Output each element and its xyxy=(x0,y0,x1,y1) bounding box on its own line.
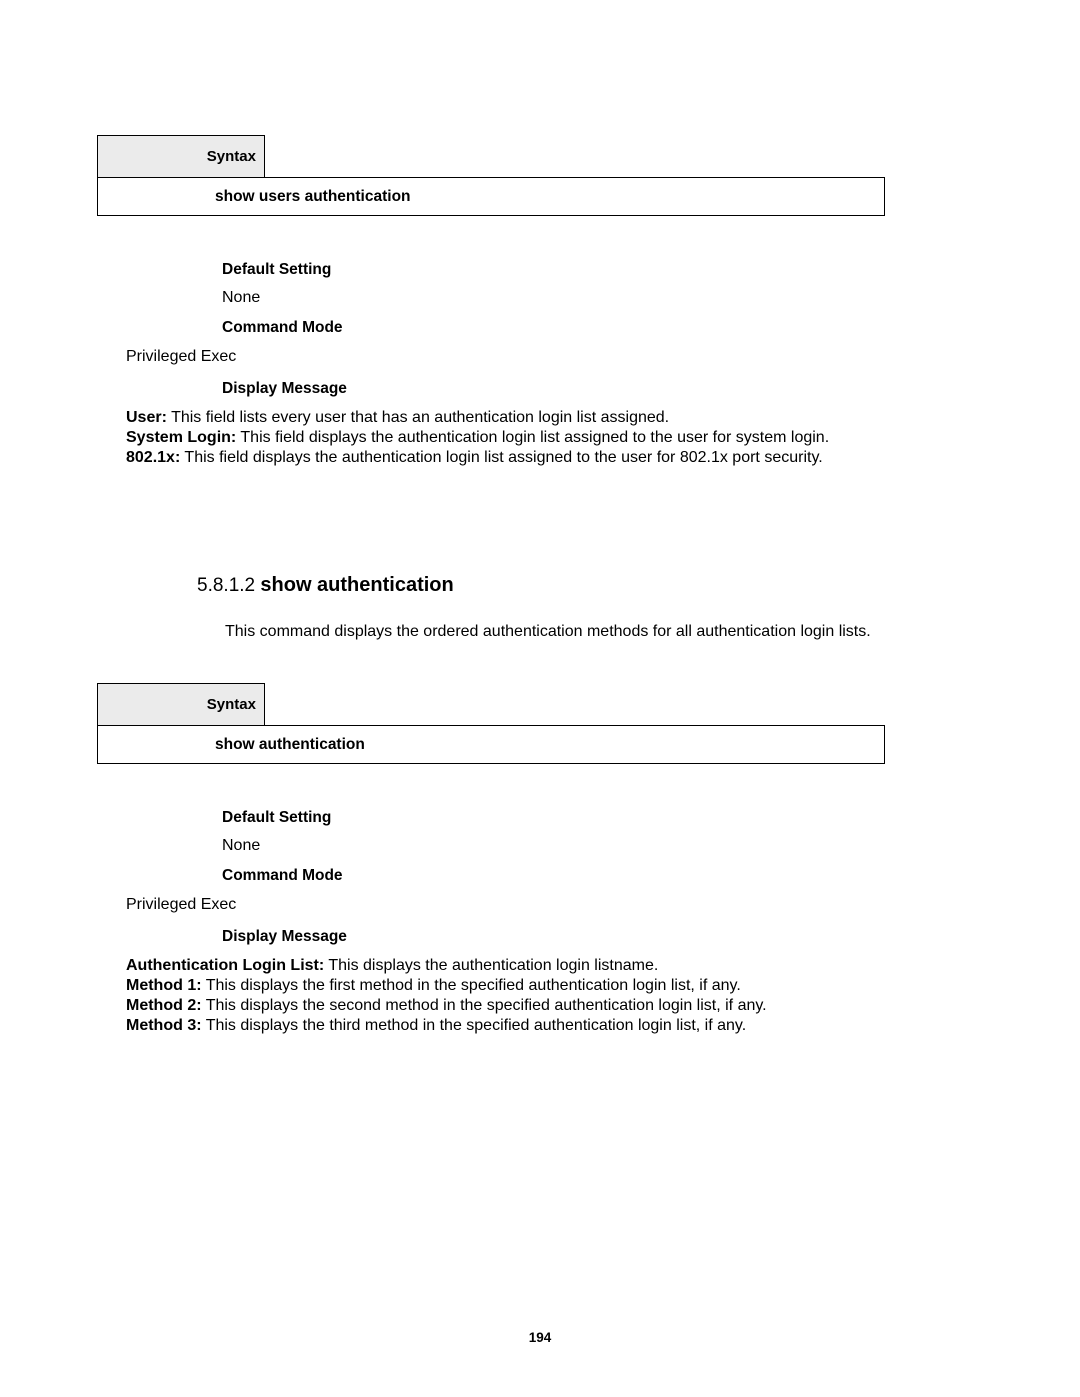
default-setting-value: None xyxy=(222,289,985,307)
display-message-item: 802.1x: This field displays the authenti… xyxy=(126,448,985,468)
default-setting-section: Default Setting None Command Mode xyxy=(222,261,985,337)
msg-label: Method 1: xyxy=(126,977,202,994)
command-box: show authentication xyxy=(97,725,885,764)
command-text: show authentication xyxy=(215,736,365,754)
command-box: show users authentication xyxy=(97,177,885,216)
display-message-section: Display Message xyxy=(222,928,985,946)
msg-text: This field lists every user that has an … xyxy=(167,409,669,426)
command-mode-heading: Command Mode xyxy=(222,319,985,337)
msg-label: Method 2: xyxy=(126,997,202,1014)
syntax-label: Syntax xyxy=(207,696,256,713)
msg-text: This displays the third method in the sp… xyxy=(202,1017,747,1034)
msg-text: This field displays the authentication l… xyxy=(236,429,829,446)
command-mode-value: Privileged Exec xyxy=(126,895,985,915)
syntax-box: Syntax xyxy=(97,135,265,178)
display-message-item: Method 2: This displays the second metho… xyxy=(126,996,985,1016)
display-message-item: User: This field lists every user that h… xyxy=(126,408,985,428)
display-message-item: System Login: This field displays the au… xyxy=(126,428,985,448)
subsection-name: show authentication xyxy=(260,574,453,596)
msg-label: Method 3: xyxy=(126,1017,202,1034)
subsection-title: 5.8.1.2 show authentication xyxy=(197,574,985,597)
command-text: show users authentication xyxy=(215,188,411,206)
msg-label: Authentication Login List: xyxy=(126,957,324,974)
msg-label: 802.1x: xyxy=(126,449,180,466)
default-setting-heading: Default Setting xyxy=(222,261,985,279)
command-mode-heading: Command Mode xyxy=(222,867,985,885)
display-message-list: User: This field lists every user that h… xyxy=(126,408,985,468)
syntax-label: Syntax xyxy=(207,148,256,165)
msg-text: This displays the first method in the sp… xyxy=(202,977,741,994)
default-setting-value: None xyxy=(222,837,985,855)
subsection-description: This command displays the ordered authen… xyxy=(225,623,985,641)
display-message-heading: Display Message xyxy=(222,380,985,398)
default-setting-heading: Default Setting xyxy=(222,809,985,827)
display-message-item: Authentication Login List: This displays… xyxy=(126,956,985,976)
display-message-section: Display Message xyxy=(222,380,985,398)
msg-label: User: xyxy=(126,409,167,426)
subsection-number: 5.8.1.2 xyxy=(197,575,260,596)
msg-text: This field displays the authentication l… xyxy=(180,449,822,466)
command-mode-value: Privileged Exec xyxy=(126,347,985,367)
display-message-heading: Display Message xyxy=(222,928,985,946)
syntax-box: Syntax xyxy=(97,683,265,726)
msg-text: This displays the second method in the s… xyxy=(202,997,767,1014)
display-message-item: Method 1: This displays the first method… xyxy=(126,976,985,996)
display-message-list: Authentication Login List: This displays… xyxy=(126,956,985,1036)
default-setting-section: Default Setting None Command Mode xyxy=(222,809,985,885)
page-number: 194 xyxy=(0,1330,1080,1345)
msg-label: System Login: xyxy=(126,429,236,446)
msg-text: This displays the authentication login l… xyxy=(324,957,658,974)
display-message-item: Method 3: This displays the third method… xyxy=(126,1016,985,1036)
